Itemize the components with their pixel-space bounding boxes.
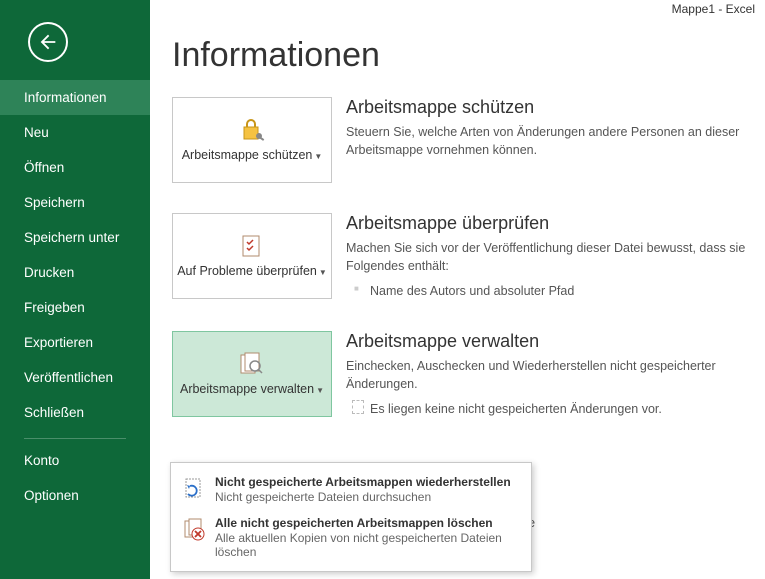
protect-workbook-button[interactable]: Arbeitsmappe schützen▼ — [172, 97, 332, 183]
page-title: Informationen — [172, 36, 765, 75]
delete-unsaved-item[interactable]: Alle nicht gespeicherten Arbeitsmappen l… — [171, 510, 531, 565]
back-button[interactable] — [28, 22, 68, 62]
recover-icon — [181, 475, 209, 503]
backstage-sidebar: Informationen Neu Öffnen Speichern Speic… — [0, 0, 150, 579]
protect-desc: Steuern Sie, welche Arten von Änderungen… — [346, 124, 746, 159]
manage-dropdown-menu: Nicht gespeicherte Arbeitsmappen wiederh… — [170, 462, 532, 572]
nav-exportieren[interactable]: Exportieren — [0, 325, 150, 360]
inspect-workbook-button[interactable]: Auf Probleme überprüfen▼ — [172, 213, 332, 299]
section-protect: Arbeitsmappe schützen▼ Arbeitsmappe schü… — [172, 97, 765, 183]
recover-unsaved-item[interactable]: Nicht gespeicherte Arbeitsmappen wiederh… — [171, 469, 531, 510]
inspect-item: Name des Autors und absoluter Pfad — [346, 281, 746, 301]
protect-heading: Arbeitsmappe schützen — [346, 97, 746, 118]
manage-item: Es liegen keine nicht gespeicherten Ände… — [346, 399, 746, 419]
arrow-left-icon — [37, 31, 59, 53]
manage-workbook-button[interactable]: Arbeitsmappe verwalten▼ — [172, 331, 332, 417]
protect-button-label: Arbeitsmappe schützen▼ — [182, 148, 323, 164]
chevron-down-icon: ▼ — [316, 386, 324, 395]
checklist-icon — [236, 232, 268, 260]
nav-neu[interactable]: Neu — [0, 115, 150, 150]
nav-drucken[interactable]: Drucken — [0, 255, 150, 290]
nav-informationen[interactable]: Informationen — [0, 80, 150, 115]
chevron-down-icon: ▼ — [319, 268, 327, 277]
manage-button-label: Arbeitsmappe verwalten▼ — [180, 382, 324, 398]
inspect-heading: Arbeitsmappe überprüfen — [346, 213, 746, 234]
inspect-desc: Machen Sie sich vor der Veröffentlichung… — [346, 240, 746, 275]
delete-icon — [181, 516, 209, 544]
nav-konto[interactable]: Konto — [0, 443, 150, 478]
recover-sub: Nicht gespeicherte Dateien durchsuchen — [215, 490, 511, 504]
nav-optionen[interactable]: Optionen — [0, 478, 150, 513]
nav-veroeffentlichen[interactable]: Veröffentlichen — [0, 360, 150, 395]
nav-freigeben[interactable]: Freigeben — [0, 290, 150, 325]
delete-sub: Alle aktuellen Kopien von nicht gespeich… — [215, 531, 521, 559]
manage-desc: Einchecken, Auschecken und Wiederherstel… — [346, 358, 746, 393]
chevron-down-icon: ▼ — [314, 152, 322, 161]
manage-icon — [236, 350, 268, 378]
nav-list: Informationen Neu Öffnen Speichern Speic… — [0, 80, 150, 513]
delete-title: Alle nicht gespeicherten Arbeitsmappen l… — [215, 516, 521, 530]
nav-speichern-unter[interactable]: Speichern unter — [0, 220, 150, 255]
manage-heading: Arbeitsmappe verwalten — [346, 331, 746, 352]
nav-oeffnen[interactable]: Öffnen — [0, 150, 150, 185]
nav-schliessen[interactable]: Schließen — [0, 395, 150, 430]
lock-icon — [236, 116, 268, 144]
section-manage: Arbeitsmappe verwalten▼ Arbeitsmappe ver… — [172, 331, 765, 419]
recover-title: Nicht gespeicherte Arbeitsmappen wiederh… — [215, 475, 511, 489]
inspect-button-label: Auf Probleme überprüfen▼ — [177, 264, 327, 280]
nav-speichern[interactable]: Speichern — [0, 185, 150, 220]
section-inspect: Auf Probleme überprüfen▼ Arbeitsmappe üb… — [172, 213, 765, 301]
